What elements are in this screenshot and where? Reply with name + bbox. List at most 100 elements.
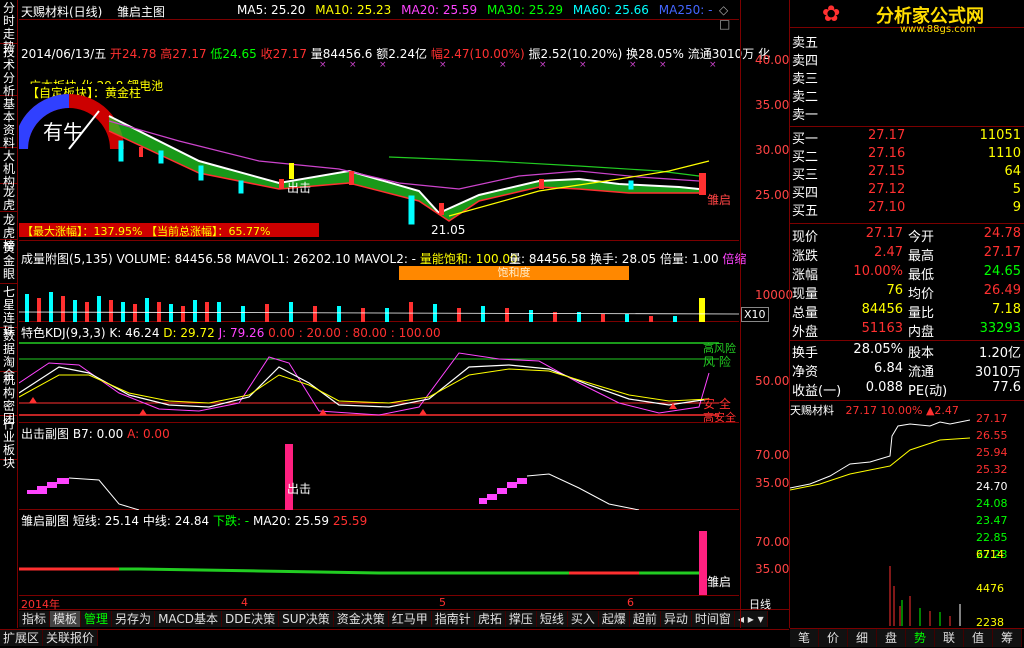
month-6: 6 xyxy=(627,596,634,609)
bottom-tab-7[interactable]: 资金决策 xyxy=(333,611,389,627)
left-tab-4[interactable]: 龙虎 xyxy=(0,184,18,212)
bottom-tab-2[interactable]: 管理 xyxy=(81,611,113,627)
quote-label: 涨幅 xyxy=(792,268,819,283)
svg-text:×: × xyxy=(659,60,667,70)
quote-label: 现价 xyxy=(792,230,819,245)
ytick-chuji-35: 35.00 xyxy=(755,476,790,490)
bottom-tab-13[interactable]: 买入 xyxy=(567,611,599,627)
quote-label: 涨跌 xyxy=(792,249,819,264)
right-tab-7[interactable]: 筹 xyxy=(993,629,1022,647)
quote-value: 10.00% xyxy=(853,264,903,279)
left-tab-5[interactable]: 龙虎榜 xyxy=(0,212,18,253)
buy-label: 买三 xyxy=(792,168,819,183)
mini-vtick: 4476 xyxy=(976,582,1004,595)
svg-text:×: × xyxy=(629,60,637,70)
current-gain: 【当前总涨幅】：65.77% xyxy=(145,225,271,238)
mini-vtick: 6714 xyxy=(976,548,1004,561)
bottom-tab-0[interactable]: 指标 xyxy=(19,611,51,627)
volume-bars-svg xyxy=(19,292,739,322)
quote-label: 总量 xyxy=(792,306,819,321)
bottom-tab-16[interactable]: 异动 xyxy=(660,611,692,627)
ytick-30: 30.00 xyxy=(755,143,790,157)
bottom-tab-6[interactable]: SUP决策 xyxy=(279,611,334,627)
bottom-tab-1[interactable]: 模板 xyxy=(50,611,82,627)
quote-value2: 24.65 xyxy=(983,264,1021,279)
kdj-high-safe: 高安全 xyxy=(703,411,736,424)
left-tab-2[interactable]: 基本资料 xyxy=(0,96,18,150)
stat-row-1: 净资 6.84 流通 3010万 xyxy=(790,361,1024,380)
left-tab-3[interactable]: 大机构 xyxy=(0,148,18,189)
bottom-tab-14[interactable]: 起爆 xyxy=(598,611,630,627)
bottom-tab-4[interactable]: MACD基本 xyxy=(155,611,223,627)
ytick-vol: 10000 xyxy=(755,288,794,302)
chuqi-chart-svg xyxy=(19,531,707,595)
right-tab-3[interactable]: 盘 xyxy=(877,629,906,647)
right-tab-4[interactable]: 势 xyxy=(906,629,935,647)
mini-tick: 24.08 xyxy=(976,497,1008,510)
svg-text:×: × xyxy=(319,60,327,70)
formula-title: 雏启主图 xyxy=(117,5,166,19)
bottom-tab2-1[interactable]: 关联报价 xyxy=(43,630,99,646)
bottom-tab-5[interactable]: DDE决策 xyxy=(222,611,280,627)
quote-label2: 最高 xyxy=(908,249,935,264)
right-tab-5[interactable]: 联 xyxy=(935,629,964,647)
buy-row-1: 买二 27.16 1110 xyxy=(790,146,1024,165)
sell-label: 卖五 xyxy=(792,36,819,51)
sell-row-1: 卖四 xyxy=(790,50,1024,69)
buy-label: 买四 xyxy=(792,186,819,201)
sell-label: 卖一 xyxy=(792,108,819,123)
left-tab-9[interactable]: 机构密团 xyxy=(0,372,18,426)
ma60-value: MA60: 25.66 xyxy=(572,3,649,17)
left-tab-6[interactable]: 黄金眼 xyxy=(0,240,18,284)
time-axis: 2014年 4 5 6 日线 xyxy=(19,596,789,611)
sell-label: 卖三 xyxy=(792,72,819,87)
stat-label2: 股本 xyxy=(908,346,935,361)
left-tab-10[interactable]: 行业板块 xyxy=(0,416,18,470)
left-tab-1[interactable]: 技术分析 xyxy=(0,44,18,98)
sell-row-4: 卖一 xyxy=(790,104,1024,123)
chuqi-panel[interactable]: 雏启副图 短线: 25.14 中线: 24.84 下跌: - MA20: 25.… xyxy=(19,511,739,596)
stat-label: 换手 xyxy=(792,346,819,361)
bottom-tab-11[interactable]: 撑压 xyxy=(505,611,537,627)
bottom-tab-8[interactable]: 红马甲 xyxy=(388,611,432,627)
chuji-signal: 出击 xyxy=(287,482,312,496)
ytick-chuqi-70: 70.00 xyxy=(755,535,790,549)
ytick-chuqi-35: 35.00 xyxy=(755,562,790,576)
svg-text:×: × xyxy=(709,60,717,70)
buy-volume: 1110 xyxy=(987,146,1021,161)
buy-volume: 11051 xyxy=(979,128,1021,143)
stat-label: 收益(一) xyxy=(792,384,842,399)
right-tab-6[interactable]: 值 xyxy=(964,629,993,647)
buy-price: 27.10 xyxy=(868,200,906,215)
bottom-tab-15[interactable]: 超前 xyxy=(629,611,661,627)
volume-panel[interactable]: 成量附图(5,135) VOLUME: 84456.58 MAVOL1: 262… xyxy=(19,242,746,322)
chuji-panel[interactable]: 出击副图 B7: 0.00 A: 0.00 出击 xyxy=(19,424,739,510)
bottom-tab-9[interactable]: 指南针 xyxy=(431,611,475,627)
right-tab-2[interactable]: 细 xyxy=(848,629,877,647)
stat-value2: 77.6 xyxy=(992,380,1021,395)
stock-title: 天赐材料(日线) xyxy=(21,5,103,19)
kdj-panel[interactable]: 特色KDJ(9,3,3) K: 46.24 D: 29.72 J: 79.26 … xyxy=(19,323,739,424)
main-price-panel[interactable]: 2014/06/13/五 开24.78 高27.17 低24.65 收27.17… xyxy=(19,21,770,241)
quote-divider xyxy=(790,223,1024,224)
left-tab-0[interactable]: 分时走势 xyxy=(0,0,18,54)
left-tab-7[interactable]: 七星连珠 xyxy=(0,284,18,338)
right-tab-0[interactable]: 笔 xyxy=(790,629,819,647)
quote-row-4: 总量 84456 量比 7.18 xyxy=(790,302,1024,321)
signal-chuji-main: 出击 xyxy=(287,181,312,195)
right-tab-1[interactable]: 价 xyxy=(819,629,848,647)
bottom-tab-12[interactable]: 短线 xyxy=(536,611,568,627)
bottom-tab-17[interactable]: 时间窗 xyxy=(691,611,735,627)
month-5: 5 xyxy=(439,596,446,609)
quote-row-3: 现量 76 均价 26.49 xyxy=(790,283,1024,302)
quote-row-1: 涨跌 2.47 最高 27.17 xyxy=(790,245,1024,264)
quote-value: 27.17 xyxy=(865,226,903,241)
left-tab-8[interactable]: 数据淘金 xyxy=(0,328,18,382)
buy-price: 27.17 xyxy=(868,128,906,143)
bottom-tab-10[interactable]: 虎拓 xyxy=(474,611,506,627)
price-chart-svg: × × × × × × × × × × xyxy=(19,60,717,237)
ytick-25: 25.00 xyxy=(755,188,790,202)
buy-volume: 5 xyxy=(1012,182,1021,197)
bottom-tab2-0[interactable]: 扩展区 xyxy=(0,630,44,646)
bottom-tab-3[interactable]: 另存为 xyxy=(112,611,156,627)
